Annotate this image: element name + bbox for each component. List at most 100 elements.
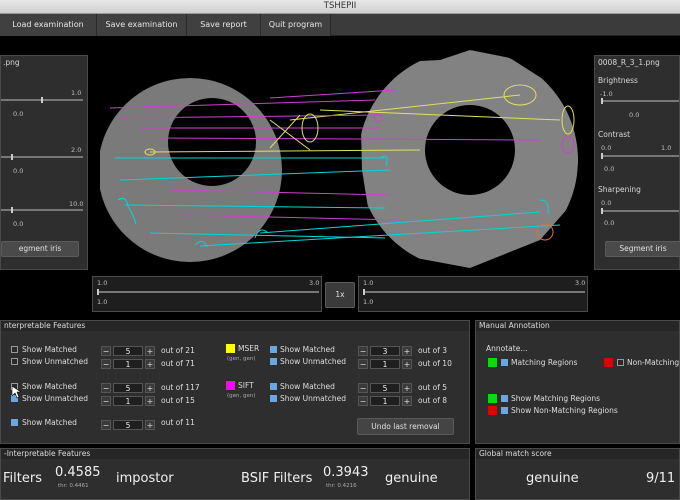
left-zoom-panel: 1.0 3.0 1.0 [92, 276, 322, 312]
sift-unmatched-spinner[interactable]: − 1 + [358, 396, 414, 406]
mser-show-matched-checkbox[interactable] [270, 346, 277, 353]
row3-show-matched-label: Show Matched [22, 418, 77, 427]
right-zoom-max: 3.0 [575, 279, 586, 287]
bsif-filters-label: BSIF Filters [241, 471, 313, 486]
show-non-matching-regions-checkbox[interactable] [501, 407, 508, 414]
minus-icon[interactable]: − [358, 396, 368, 406]
left-zoom-value: 1.0 [97, 298, 108, 306]
global-match-score-panel: Global match score genuine 9/11 [475, 448, 680, 500]
minus-icon[interactable]: − [358, 383, 368, 393]
right-iris-image [360, 50, 578, 268]
minus-icon[interactable]: − [101, 359, 111, 369]
minus-icon[interactable]: − [358, 346, 368, 356]
out-of-label: out of 10 [418, 359, 452, 368]
filters-threshold: thr: 0.4461 [58, 483, 89, 489]
mser-matched-spinner[interactable]: − 3 + [358, 346, 414, 356]
bsif-verdict: genuine [385, 471, 438, 486]
sift-matched-spinner[interactable]: − 5 + [358, 383, 414, 393]
plus-icon[interactable]: + [145, 396, 155, 406]
row1-show-matched-checkbox[interactable] [11, 346, 18, 353]
row3-matched-spinner[interactable]: − 5 + [101, 420, 157, 430]
minus-icon[interactable]: − [101, 420, 111, 430]
row1-matched-spinner[interactable]: − 5 + [101, 346, 157, 356]
filters-verdict: impostor [116, 471, 174, 486]
manual-annotation-title: Manual Annotation [476, 321, 679, 331]
annotate-label: Annotate... [486, 344, 528, 353]
matching-green-swatch [488, 358, 497, 367]
out-of-label: out of 71 [161, 359, 195, 368]
iris-comparison-canvas[interactable] [0, 0, 680, 280]
out-of-label: out of 5 [418, 383, 448, 392]
mser-color-swatch [226, 344, 235, 353]
row2-unmatched-spinner[interactable]: − 1 + [101, 396, 157, 406]
out-of-label: out of 11 [161, 418, 195, 427]
bsif-threshold: thr: 0.4216 [326, 483, 357, 489]
plus-icon[interactable]: + [402, 359, 412, 369]
sift-show-matched-label: Show Matched [280, 382, 335, 391]
out-of-label: out of 117 [161, 383, 200, 392]
show-non-matching-regions-label: Show Non-Matching Regions [511, 406, 618, 415]
show-matching-regions-label: Show Matching Regions [511, 394, 601, 403]
minus-icon[interactable]: − [101, 396, 111, 406]
filters-score: 0.4585 [55, 465, 101, 480]
plus-icon[interactable]: + [145, 420, 155, 430]
plus-icon[interactable]: + [145, 359, 155, 369]
interpretable-features-panel: nterpretable Features Show Matched Show … [0, 320, 470, 444]
right-zoom-value: 1.0 [363, 298, 374, 306]
sift-show-matched-checkbox[interactable] [270, 383, 277, 390]
minus-icon[interactable]: − [101, 346, 111, 356]
row3-show-matched-checkbox[interactable] [11, 419, 18, 426]
right-zoom-slider[interactable] [363, 289, 585, 295]
sift-color-swatch [226, 381, 235, 390]
mser-show-unmatched-checkbox[interactable] [270, 358, 277, 365]
show-non-matching-red-swatch [488, 406, 497, 415]
plus-icon[interactable]: + [145, 346, 155, 356]
non-matching-label: Non-Matching [627, 358, 680, 367]
filters-label: Filters [3, 471, 42, 486]
mser-unmatched-spinner[interactable]: − 1 + [358, 359, 414, 369]
annotate-non-matching-checkbox[interactable] [617, 359, 624, 366]
matching-regions-label: Matching Regions [511, 358, 578, 367]
minus-icon[interactable]: − [358, 359, 368, 369]
left-zoom-max: 3.0 [309, 279, 320, 287]
row1-show-matched-label: Show Matched [22, 345, 77, 354]
show-matching-green-swatch [488, 394, 497, 403]
non-matching-red-swatch [604, 358, 613, 367]
mser-label: MSER [238, 344, 260, 353]
right-zoom-panel: 1.0 3.0 1.0 [358, 276, 588, 312]
plus-icon[interactable]: + [402, 346, 412, 356]
row2-show-matched-label: Show Matched [22, 382, 77, 391]
manual-annotation-panel: Manual Annotation Annotate... Matching R… [475, 320, 680, 444]
sift-show-unmatched-checkbox[interactable] [270, 395, 277, 402]
non-interpretable-title: -Interpretable Features [1, 449, 469, 459]
mouse-cursor-icon [12, 386, 21, 399]
right-zoom-min: 1.0 [363, 279, 374, 287]
left-zoom-slider[interactable] [97, 289, 319, 295]
minus-icon[interactable]: − [101, 383, 111, 393]
row2-show-unmatched-label: Show Unmatched [22, 394, 88, 403]
show-matching-regions-checkbox[interactable] [501, 395, 508, 402]
row1-show-unmatched-checkbox[interactable] [11, 358, 18, 365]
out-of-label: out of 15 [161, 396, 195, 405]
plus-icon[interactable]: + [402, 396, 412, 406]
sift-sub: (gen, gen) [227, 393, 256, 399]
out-of-label: out of 3 [418, 346, 448, 355]
plus-icon[interactable]: + [402, 383, 412, 393]
mser-show-matched-label: Show Matched [280, 345, 335, 354]
mser-show-unmatched-label: Show Unmatched [280, 357, 346, 366]
row1-unmatched-spinner[interactable]: − 1 + [101, 359, 157, 369]
annotate-matching-checkbox[interactable] [501, 359, 508, 366]
out-of-label: out of 21 [161, 346, 195, 355]
sift-show-unmatched-label: Show Unmatched [280, 394, 346, 403]
mser-sub: (gen, gen) [227, 356, 256, 362]
non-interpretable-features-panel: -Interpretable Features Filters 0.4585 t… [0, 448, 470, 500]
zoom-level-button[interactable]: 1x [325, 282, 355, 308]
row2-matched-spinner[interactable]: − 5 + [101, 383, 157, 393]
left-zoom-min: 1.0 [97, 279, 108, 287]
plus-icon[interactable]: + [145, 383, 155, 393]
row1-show-unmatched-label: Show Unmatched [22, 357, 88, 366]
undo-last-removal-button[interactable]: Undo last removal [357, 418, 454, 435]
global-score: 9/11 [646, 471, 676, 486]
sift-label: SIFT [238, 381, 254, 390]
out-of-label: out of 8 [418, 396, 448, 405]
